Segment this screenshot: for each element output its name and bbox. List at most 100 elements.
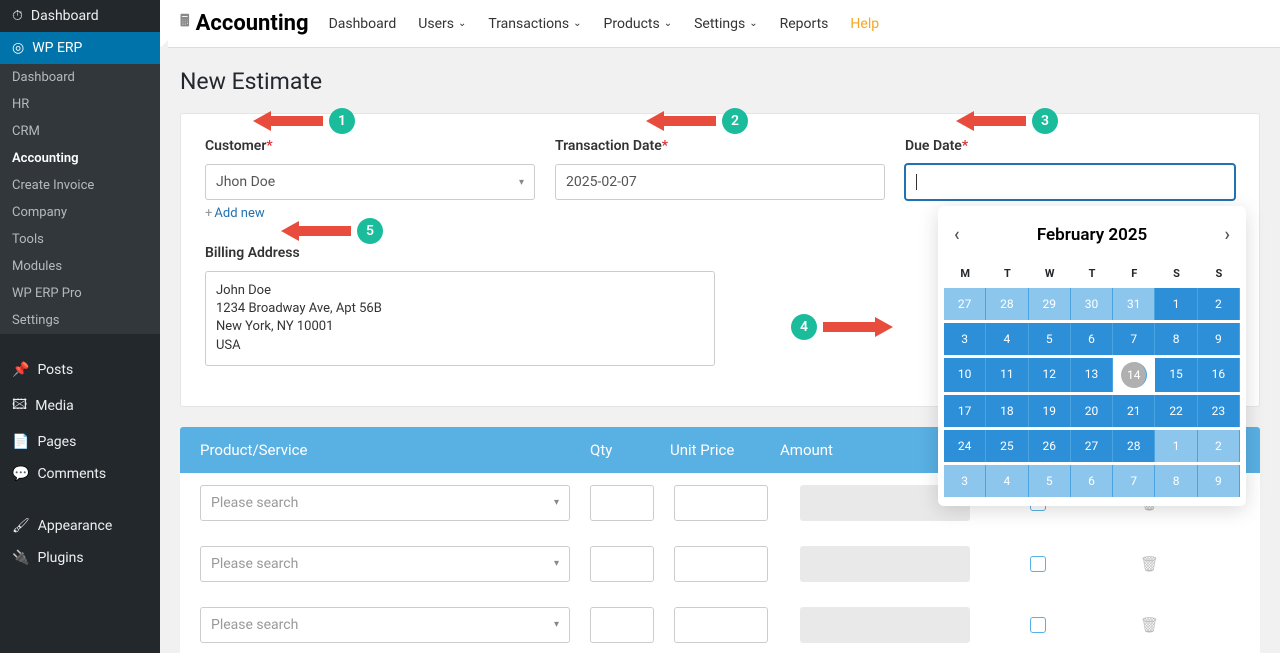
sidebar-item-appearance[interactable]: 🖌 Appearance [0, 510, 160, 542]
sub-hr[interactable]: HR [0, 91, 160, 118]
required-icon: * [662, 138, 668, 154]
due-date-input[interactable] [905, 164, 1235, 200]
sub-invoice[interactable]: Create Invoice [0, 172, 160, 199]
calendar-day[interactable]: 4 [986, 323, 1028, 355]
label-text: Transaction Date [555, 138, 662, 154]
sidebar-label: Dashboard [31, 8, 99, 24]
sub-settings[interactable]: Settings [0, 307, 160, 334]
sidebar-item-comments[interactable]: 💬 Comments [0, 458, 160, 490]
calendar-day[interactable]: 16 [1198, 358, 1240, 392]
sidebar-item-plugins[interactable]: 🔌 Plugins [0, 542, 160, 574]
calendar-day[interactable]: 11 [986, 358, 1028, 392]
calendar-day[interactable]: 7 [1113, 323, 1155, 355]
qty-input[interactable] [590, 607, 654, 643]
nav-dashboard[interactable]: Dashboard [329, 16, 397, 32]
calendar-day[interactable]: 28 [986, 288, 1028, 320]
delete-row-button[interactable]: 🗑 [1140, 616, 1159, 634]
calendar-day[interactable]: 9 [1198, 465, 1240, 497]
calendar-day[interactable]: 13 [1071, 358, 1113, 392]
calendar-day[interactable]: 22 [1155, 395, 1197, 427]
next-month-button[interactable]: › [1225, 224, 1230, 245]
nav-users[interactable]: Users⌄ [418, 16, 466, 32]
datepicker: ‹ February 2025 › MTWTFSS272829303112345… [938, 206, 1246, 506]
annotation-badge: 5 [357, 218, 383, 244]
calendar-day[interactable]: 8 [1155, 323, 1197, 355]
sub-tools[interactable]: Tools [0, 226, 160, 253]
calendar-day[interactable]: 17 [944, 395, 986, 427]
annotation-badge: 3 [1032, 108, 1058, 134]
calendar-day[interactable]: 12 [1029, 358, 1071, 392]
nav-label: Settings [694, 16, 745, 32]
prev-month-button[interactable]: ‹ [954, 224, 960, 245]
price-input[interactable] [674, 607, 768, 643]
nav-settings[interactable]: Settings⌄ [694, 16, 758, 32]
sidebar-item-media[interactable]: 🖾 Media [0, 386, 160, 426]
calendar-day[interactable]: 21 [1113, 395, 1155, 427]
calendar-day[interactable]: 6 [1071, 465, 1113, 497]
sidebar-item-pages[interactable]: 📄 Pages [0, 426, 160, 458]
calendar-day[interactable]: 9 [1198, 323, 1240, 355]
brush-icon: 🖌 [12, 518, 30, 534]
customer-select[interactable]: Jhon Doe ▾ [205, 164, 535, 200]
dow-label: S [1155, 259, 1197, 288]
sub-accounting[interactable]: Accounting [0, 145, 160, 172]
sidebar-label: WP ERP [32, 40, 82, 56]
nav-products[interactable]: Products⌄ [604, 16, 673, 32]
calendar-day[interactable]: 28 [1113, 430, 1155, 462]
calendar-day[interactable]: 10 [944, 358, 986, 392]
qty-input[interactable] [590, 485, 654, 521]
sub-modules[interactable]: Modules [0, 253, 160, 280]
calendar-day[interactable]: 31 [1113, 288, 1155, 320]
calendar-day[interactable]: 25 [986, 430, 1028, 462]
sidebar-item-dashboard[interactable]: ⏱ Dashboard [0, 0, 160, 32]
sidebar-item-wperp[interactable]: ◎ WP ERP [0, 32, 160, 64]
calendar-day[interactable]: 26 [1029, 430, 1071, 462]
calendar-day[interactable]: 14 [1121, 362, 1147, 388]
th-price: Unit Price [670, 441, 780, 459]
calendar-day[interactable]: 18 [986, 395, 1028, 427]
calendar-day[interactable]: 15 [1155, 358, 1197, 392]
calendar-day[interactable]: 23 [1198, 395, 1240, 427]
delete-row-button[interactable]: 🗑 [1140, 555, 1159, 573]
sub-crm[interactable]: CRM [0, 118, 160, 145]
add-new-customer[interactable]: + Add new [205, 206, 265, 221]
tax-checkbox[interactable] [1030, 556, 1046, 572]
calendar-day[interactable]: 4 [986, 465, 1028, 497]
calendar-day[interactable]: 6 [1071, 323, 1113, 355]
nav-transactions[interactable]: Transactions⌄ [488, 16, 581, 32]
sub-company[interactable]: Company [0, 199, 160, 226]
billing-address-textarea[interactable]: John Doe 1234 Broadway Ave, Apt 56B New … [205, 271, 715, 366]
calendar-day[interactable]: 7 [1113, 465, 1155, 497]
qty-input[interactable] [590, 546, 654, 582]
calendar-day[interactable]: 27 [1071, 430, 1113, 462]
sidebar-item-posts[interactable]: 📌 Posts [0, 354, 160, 386]
calendar-day[interactable]: 1 [1155, 430, 1197, 462]
product-select[interactable]: Please search▾ [200, 485, 570, 521]
sub-dashboard[interactable]: Dashboard [0, 64, 160, 91]
calendar-day[interactable]: 2 [1198, 288, 1240, 320]
calendar-day[interactable]: 19 [1029, 395, 1071, 427]
calendar-day[interactable]: 30 [1071, 288, 1113, 320]
calendar-day[interactable]: 3 [944, 323, 986, 355]
price-input[interactable] [674, 485, 768, 521]
calendar-day[interactable]: 5 [1029, 465, 1071, 497]
calendar-day[interactable]: 5 [1029, 323, 1071, 355]
nav-help[interactable]: Help [850, 16, 879, 32]
calendar-day[interactable]: 29 [1029, 288, 1071, 320]
calendar-day[interactable]: 20 [1071, 395, 1113, 427]
product-select[interactable]: Please search▾ [200, 607, 570, 643]
date-value: 2025-02-07 [566, 174, 637, 190]
nav-reports[interactable]: Reports [780, 16, 829, 32]
product-select[interactable]: Please search▾ [200, 546, 570, 582]
calendar-day[interactable]: 8 [1155, 465, 1197, 497]
calendar-day[interactable]: 3 [944, 465, 986, 497]
calendar-day[interactable]: 24 [944, 430, 986, 462]
calendar-day[interactable]: 2 [1198, 430, 1240, 462]
calendar-day[interactable]: 27 [944, 288, 986, 320]
sub-pro[interactable]: WP ERP Pro [0, 280, 160, 307]
tax-checkbox[interactable] [1030, 617, 1046, 633]
pages-icon: 📄 [12, 434, 29, 450]
transaction-date-input[interactable]: 2025-02-07 [555, 164, 885, 200]
calendar-day[interactable]: 1 [1155, 288, 1197, 320]
price-input[interactable] [674, 546, 768, 582]
